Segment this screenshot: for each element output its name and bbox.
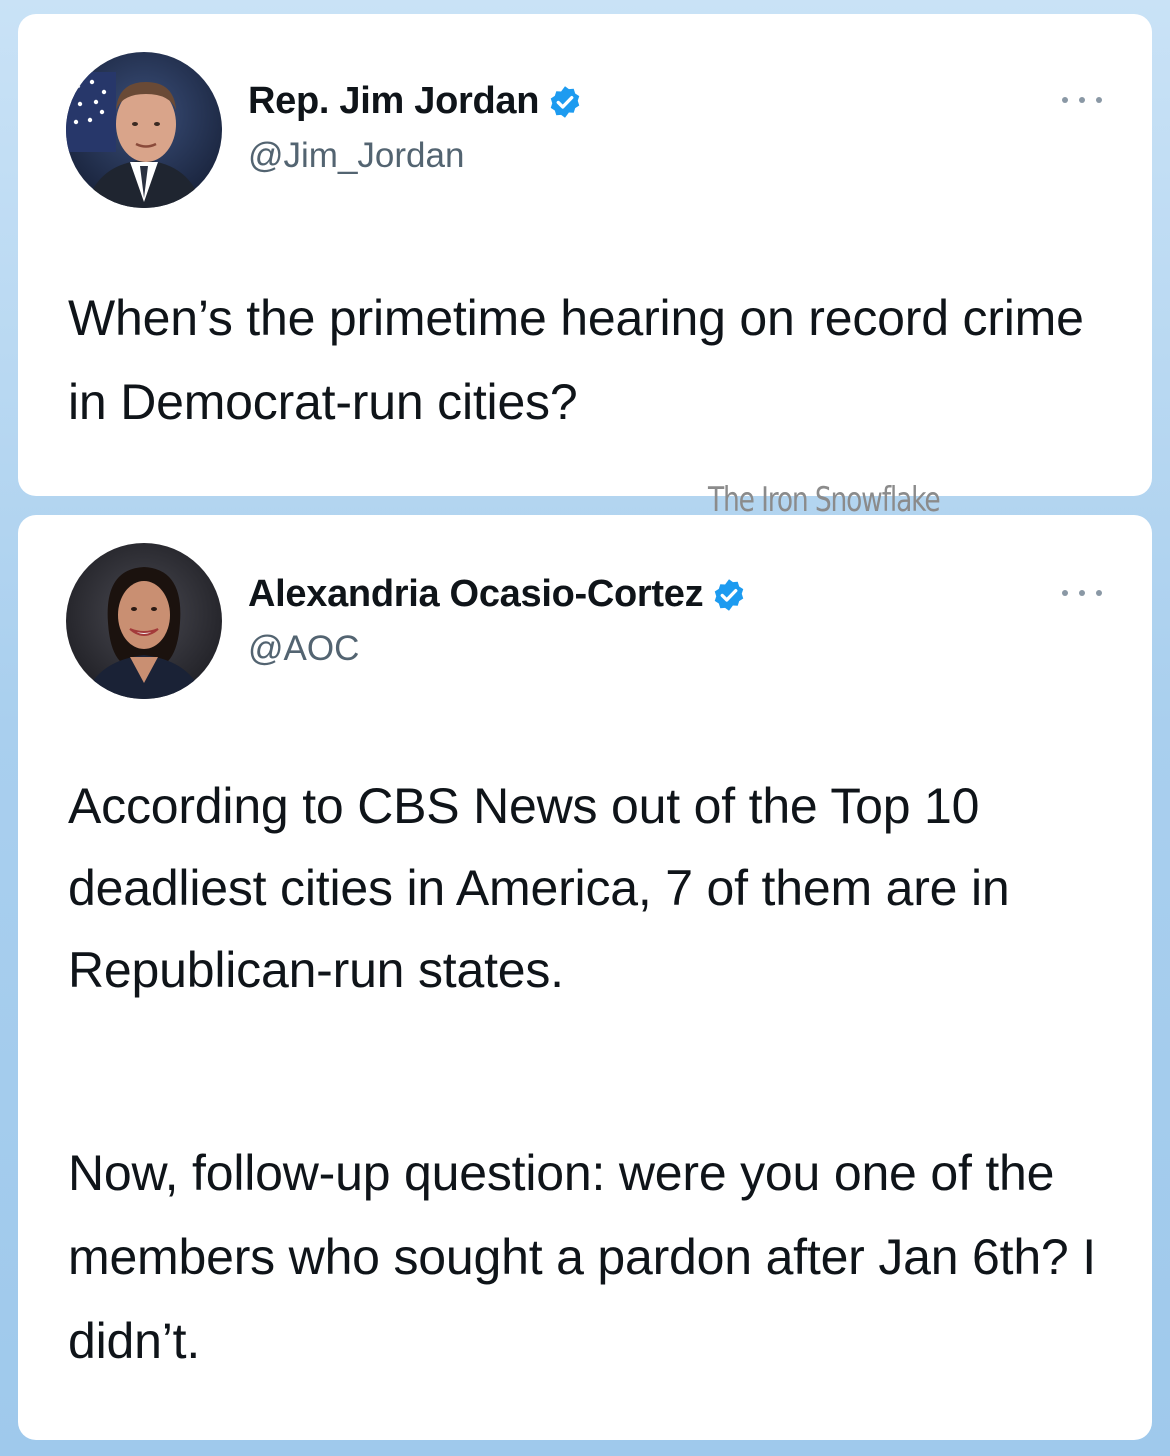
tweet-card-aoc[interactable]: Alexandria Ocasio-Cortez @AOC According … — [18, 515, 1152, 1440]
screenshot-root: { "tweets": [ { "display_name": "Rep. Ji… — [0, 0, 1170, 1456]
avatar-jim-jordan[interactable] — [66, 52, 222, 208]
author-row: Alexandria Ocasio-Cortez — [248, 573, 747, 616]
verified-badge-icon — [711, 577, 747, 613]
tweet-card-jim-jordan[interactable]: Rep. Jim Jordan @Jim_Jordan When’s the p… — [18, 14, 1152, 496]
tweet-text-paragraph-1: According to CBS News out of the Top 10 … — [68, 778, 1010, 998]
avatar-aoc[interactable] — [66, 543, 222, 699]
handle[interactable]: @Jim_Jordan — [248, 136, 464, 176]
more-options-icon[interactable] — [1062, 587, 1102, 599]
handle[interactable]: @AOC — [248, 629, 359, 669]
author-row: Rep. Jim Jordan — [248, 80, 583, 123]
tweet-text-paragraph-2: Now, follow-up question: were you one of… — [68, 1145, 1096, 1369]
watermark: The Iron Snowflake — [708, 480, 941, 520]
display-name[interactable]: Alexandria Ocasio-Cortez — [248, 573, 704, 616]
display-name[interactable]: Rep. Jim Jordan — [248, 80, 539, 123]
tweet-text: When’s the primetime hearing on record c… — [68, 290, 1084, 430]
more-options-icon[interactable] — [1062, 94, 1102, 106]
verified-badge-icon — [547, 84, 583, 120]
